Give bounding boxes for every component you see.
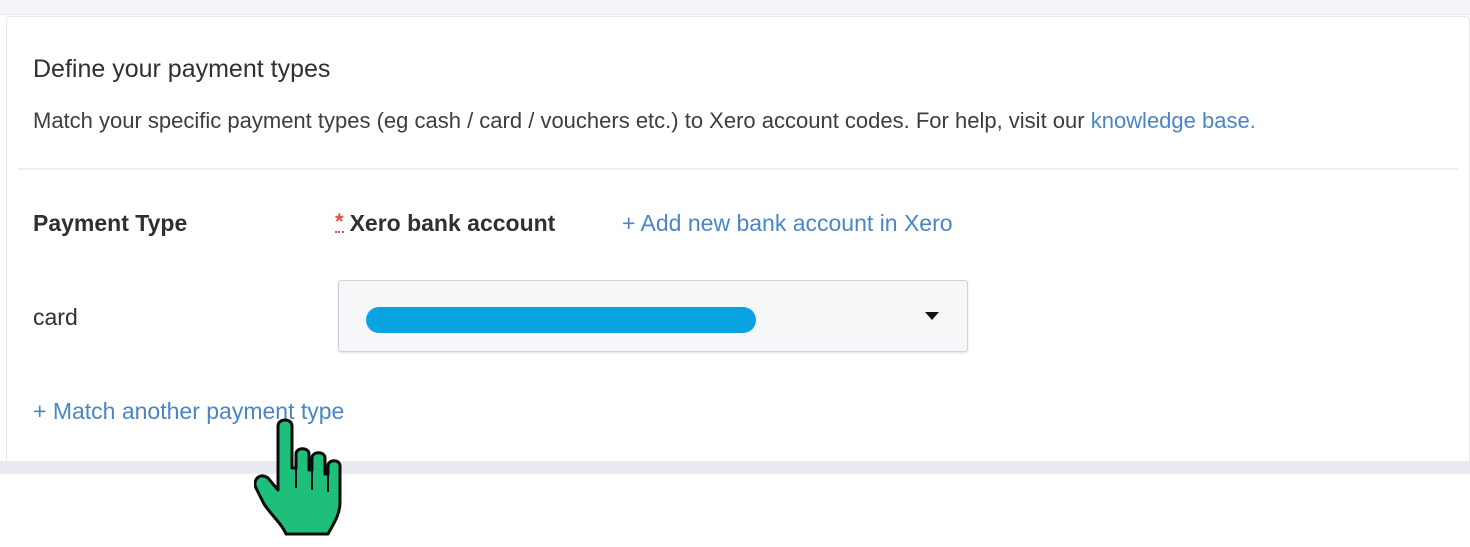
payment-type-label: card (33, 304, 78, 330)
section-divider (18, 168, 1458, 170)
caret-down-icon[interactable] (925, 312, 939, 320)
knowledge-base-link[interactable]: knowledge base. (1091, 108, 1256, 133)
bank-account-header-label: Xero bank account (349, 210, 556, 236)
bank-account-column-header: * Xero bank account (335, 210, 555, 237)
section-description-text: Match your specific payment types (eg ca… (33, 108, 1091, 133)
card-bottom-separator (0, 461, 1470, 474)
add-bank-account-link[interactable]: + Add new bank account in Xero (622, 210, 953, 237)
redacted-account-value (366, 307, 756, 333)
bank-account-select[interactable] (338, 280, 968, 352)
payment-types-page: Define your payment types Match your spe… (0, 0, 1470, 547)
section-title: Define your payment types (33, 55, 331, 83)
required-indicator: * (335, 209, 344, 234)
top-separator (0, 0, 1470, 15)
section-description: Match your specific payment types (eg ca… (33, 108, 1256, 134)
payment-type-column-header: Payment Type (33, 210, 188, 236)
hand-pointer-cursor-icon (254, 418, 342, 536)
